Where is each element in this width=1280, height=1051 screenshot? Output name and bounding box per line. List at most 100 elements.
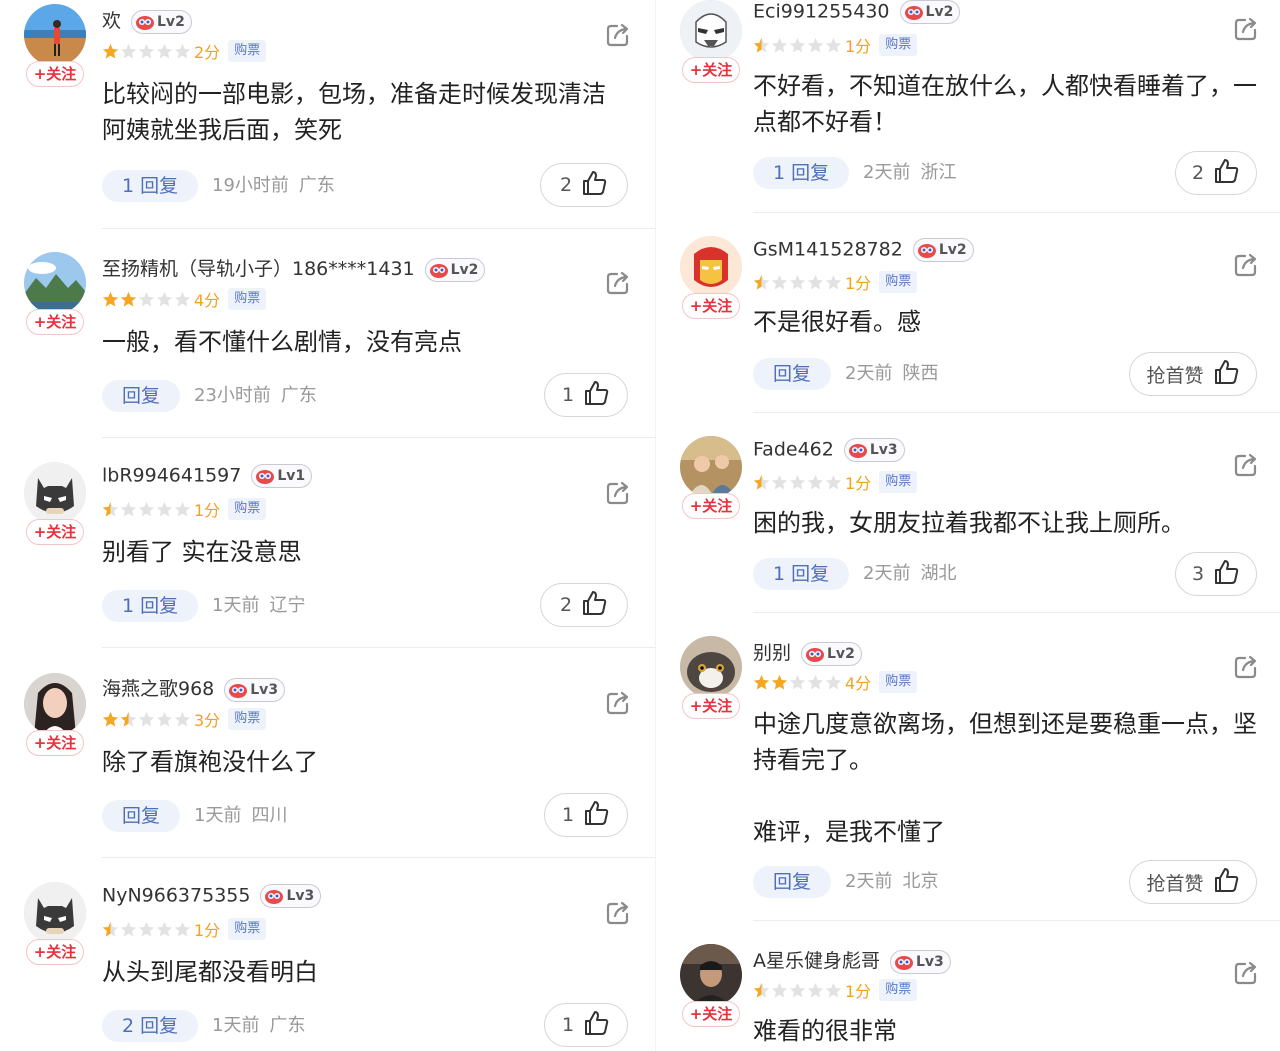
- rating: 4分 购票: [753, 670, 918, 694]
- share-icon[interactable]: [1233, 16, 1259, 42]
- region: 广东: [298, 175, 335, 196]
- reply-button[interactable]: 1 回复: [102, 590, 199, 622]
- rating: 3分 购票: [102, 707, 267, 731]
- level-icon: [256, 470, 275, 484]
- level-badge: Lv2: [424, 257, 486, 282]
- like-button[interactable]: 1: [544, 1003, 628, 1047]
- like-button[interactable]: 抢首赞: [1129, 860, 1257, 904]
- username[interactable]: 欢: [102, 10, 121, 32]
- level-text: Lv2: [450, 261, 479, 278]
- follow-button[interactable]: +关注: [26, 61, 84, 87]
- username[interactable]: NyN966375355: [102, 885, 250, 907]
- comment-text: 别看了 实在没意思: [102, 538, 302, 566]
- ticket-badge: 购票: [228, 498, 267, 520]
- like-button[interactable]: 1: [544, 793, 628, 837]
- region: 湖北: [920, 563, 957, 584]
- divider: [753, 612, 1280, 613]
- avatar[interactable]: [680, 236, 742, 298]
- level-text: Lv2: [938, 242, 967, 258]
- star-icon: [753, 274, 770, 289]
- share-icon[interactable]: [605, 22, 631, 48]
- follow-button[interactable]: +关注: [26, 519, 84, 545]
- ticket-badge: 购票: [879, 34, 918, 56]
- share-icon[interactable]: [1233, 452, 1259, 478]
- region: 广东: [280, 385, 317, 406]
- reply-button[interactable]: 回复: [102, 800, 181, 832]
- level-text: Lv1: [277, 468, 306, 484]
- star-icon: [138, 291, 155, 306]
- follow-button[interactable]: +关注: [26, 939, 84, 965]
- star-icon: [825, 274, 842, 289]
- comment-text: 中途几度意欲离场，但想到还是要稳重一点，坚 持看完了。 难评，是我不懂了: [753, 710, 1257, 846]
- share-icon[interactable]: [1233, 960, 1259, 986]
- ticket-badge: 购票: [228, 288, 267, 310]
- timestamp: 1天前: [194, 805, 242, 826]
- username[interactable]: A星乐健身彪哥: [753, 950, 880, 972]
- avatar[interactable]: [24, 882, 86, 944]
- like-button[interactable]: 抢首赞: [1129, 352, 1257, 396]
- reply-button[interactable]: 1 回复: [753, 157, 850, 189]
- avatar[interactable]: [24, 252, 86, 314]
- ticket-badge: 购票: [228, 40, 267, 62]
- rating: 2分 购票: [102, 39, 267, 63]
- username-row: lbR994641597 Lv1: [102, 464, 313, 488]
- level-badge: Lv3: [843, 438, 905, 462]
- timestamp: 2天前: [845, 871, 893, 892]
- share-icon[interactable]: [605, 480, 631, 506]
- reply-button[interactable]: 2 回复: [102, 1010, 199, 1042]
- avatar[interactable]: [680, 0, 742, 62]
- reply-button[interactable]: 回复: [102, 380, 181, 412]
- avatar[interactable]: [680, 944, 742, 1006]
- star-icon: [789, 37, 806, 52]
- follow-button[interactable]: +关注: [26, 730, 84, 756]
- comment-meta: 2天前 湖北: [863, 558, 956, 590]
- like-button[interactable]: 3: [1175, 552, 1257, 596]
- reply-button[interactable]: 1 回复: [102, 170, 199, 202]
- level-text: Lv3: [286, 888, 315, 904]
- star-icon: [156, 921, 173, 936]
- level-text: Lv2: [157, 13, 185, 30]
- score: 2分: [194, 43, 221, 62]
- score: 4分: [194, 291, 221, 310]
- username[interactable]: Fade462: [753, 439, 834, 461]
- reply-button[interactable]: 回复: [753, 358, 832, 390]
- avatar[interactable]: [24, 673, 86, 735]
- follow-button[interactable]: +关注: [682, 1001, 740, 1027]
- level-text: Lv3: [869, 442, 898, 458]
- username[interactable]: lbR994641597: [102, 465, 241, 487]
- star-icon: [174, 501, 191, 516]
- username[interactable]: 别别: [753, 642, 791, 664]
- avatar[interactable]: [680, 636, 742, 698]
- comment-meta: 2天前 浙江: [863, 157, 956, 189]
- follow-button[interactable]: +关注: [682, 493, 740, 519]
- follow-button[interactable]: +关注: [682, 693, 740, 719]
- level-badge: Lv2: [912, 238, 974, 262]
- avatar[interactable]: [680, 436, 742, 498]
- share-icon[interactable]: [605, 690, 631, 716]
- like-button[interactable]: 1: [544, 373, 628, 417]
- avatar[interactable]: [24, 462, 86, 524]
- avatar[interactable]: [24, 4, 86, 66]
- follow-button[interactable]: +关注: [682, 293, 740, 319]
- follow-button[interactable]: +关注: [26, 309, 84, 335]
- share-icon[interactable]: [605, 900, 631, 926]
- level-badge: Lv1: [251, 464, 313, 488]
- share-icon[interactable]: [1233, 654, 1259, 680]
- follow-button[interactable]: +关注: [682, 57, 740, 83]
- username[interactable]: Eci991255430: [753, 1, 890, 23]
- username[interactable]: 至扬精机（导轨小子）186****1431: [102, 258, 415, 280]
- reply-button[interactable]: 1 回复: [753, 558, 850, 590]
- share-icon[interactable]: [1233, 252, 1259, 278]
- ticket-badge: 购票: [879, 671, 918, 693]
- reply-button[interactable]: 回复: [753, 866, 832, 898]
- like-button[interactable]: 2: [1175, 151, 1257, 195]
- share-icon[interactable]: [605, 270, 631, 296]
- username-row: 别别 Lv2: [753, 638, 862, 666]
- username[interactable]: GsM141528782: [753, 239, 903, 261]
- like-button[interactable]: 2: [540, 583, 628, 627]
- like-button[interactable]: 2: [540, 163, 628, 207]
- thumbs-up-icon: [582, 379, 610, 412]
- username[interactable]: 海燕之歌968: [102, 678, 214, 700]
- username-row: Fade462 Lv3: [753, 438, 905, 462]
- divider: [102, 857, 655, 858]
